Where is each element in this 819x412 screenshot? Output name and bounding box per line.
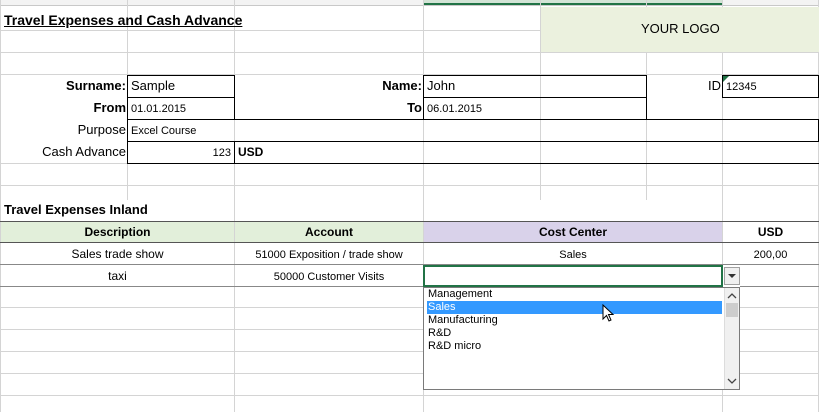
currency-label: USD [238, 145, 264, 159]
header-account[interactable]: Account [235, 222, 423, 242]
row2-bottom-border [0, 286, 423, 287]
header-usd[interactable]: USD [723, 222, 818, 242]
active-cell-cost-center[interactable] [423, 265, 723, 287]
to-field[interactable]: 06.01.2015 [423, 97, 647, 120]
cash-advance-value: 123 [212, 147, 231, 159]
section-title: Travel Expenses Inland [4, 202, 148, 217]
name-field[interactable]: John [423, 75, 647, 98]
id-field[interactable]: 12345 [722, 75, 819, 98]
from-value: 01.01.2015 [131, 103, 187, 115]
logo-text: YOUR LOGO [641, 21, 720, 36]
id-value: 12345 [726, 81, 757, 93]
cash-advance-underline [234, 163, 819, 164]
header-description[interactable]: Description [1, 222, 234, 242]
dropdown-option-rd-micro[interactable]: R&D micro [427, 340, 722, 353]
row2-bottom-border-right [740, 286, 819, 287]
row1-account[interactable]: 51000 Exposition / trade show [235, 246, 423, 264]
logo-placeholder[interactable]: YOUR LOGO [541, 7, 819, 52]
header-cost-center[interactable]: Cost Center [424, 222, 722, 242]
id-label: ID [708, 78, 721, 93]
comment-marker-icon [723, 76, 729, 82]
cash-advance-label: Cash Advance [42, 144, 126, 159]
chevron-up-icon[interactable] [725, 289, 739, 303]
purpose-field[interactable]: Excel Course [127, 119, 819, 142]
row2-account[interactable]: 50000 Customer Visits [235, 268, 423, 286]
surname-label: Surname: [66, 78, 126, 93]
dropdown-option-rd[interactable]: R&D [427, 327, 722, 340]
name-label: Name: [382, 78, 422, 93]
name-value: John [427, 78, 456, 93]
dropdown-toggle-button[interactable] [724, 267, 740, 285]
dropdown-scrollbar[interactable] [724, 288, 739, 389]
row1-cost-center[interactable]: Sales [424, 246, 722, 264]
dropdown-option-management[interactable]: Management [427, 288, 722, 301]
surname-field[interactable]: Sample [127, 75, 235, 98]
column-header-active-d [424, 0, 722, 5]
purpose-label: Purpose [77, 122, 126, 137]
to-label: To [407, 100, 422, 115]
dropdown-option-sales[interactable]: Sales [427, 301, 722, 314]
to-value: 06.01.2015 [427, 103, 483, 115]
from-label: From [93, 100, 127, 115]
cash-advance-field[interactable]: 123 [127, 141, 235, 164]
surname-value: Sample [131, 78, 176, 93]
row1-description[interactable]: Sales trade show [1, 245, 234, 263]
dropdown-option-manufacturing[interactable]: Manufacturing [427, 314, 722, 327]
dropdown-scrollbar-thumb[interactable] [726, 303, 738, 317]
row1-usd[interactable]: 200,00 [723, 246, 818, 264]
sheet-title[interactable]: Travel Expenses and Cash Advance [4, 11, 242, 29]
cost-center-dropdown-list[interactable]: Management Sales Manufacturing R&D R&D m… [423, 287, 740, 390]
row2-description[interactable]: taxi [1, 267, 234, 285]
chevron-down-icon [728, 274, 736, 278]
from-field[interactable]: 01.01.2015 [127, 97, 235, 120]
mouse-pointer-icon [602, 304, 615, 322]
purpose-value: Excel Course [131, 125, 197, 137]
chevron-down-icon[interactable] [725, 374, 739, 388]
